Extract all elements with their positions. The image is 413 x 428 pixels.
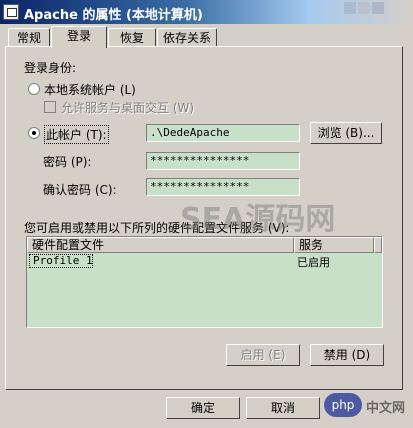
local-system-radio[interactable] [28, 83, 40, 95]
hardware-profiles-list[interactable]: 硬件配置文件 服务 Profile 1 已启用 [26, 236, 383, 328]
this-account-label[interactable]: 此帐户 (T): [44, 125, 109, 144]
local-system-label[interactable]: 本地系统帐户 (L) [44, 81, 136, 98]
tab-general[interactable]: 常规 [8, 28, 50, 46]
profile-cell: Profile 1 [33, 254, 93, 267]
tab-dependencies[interactable]: 依存关系 [157, 28, 217, 46]
disable-button[interactable]: 禁用 (D) [310, 344, 384, 366]
window-title: Apache 的属性 (本地计算机) [24, 8, 203, 23]
enable-button[interactable]: 启用 (E) [226, 344, 300, 366]
pixelated-region [344, 2, 356, 14]
cancel-button[interactable]: 取消 [246, 397, 320, 419]
confirm-password-label: 确认密码 (C): [43, 183, 117, 197]
php-logo: php [324, 393, 362, 417]
service-cell: 已启用 [297, 256, 330, 269]
logon-as-label: 登录身份: [24, 61, 77, 75]
desktop-interact-checkbox[interactable] [44, 101, 56, 113]
pixelated-region [372, 2, 384, 14]
service-window-icon [3, 4, 19, 20]
pixelated-region [358, 2, 370, 14]
site-watermark: 中文网 [366, 401, 406, 416]
tab-logon[interactable]: 登录 [51, 26, 107, 48]
table-row[interactable]: Profile 1 已启用 [29, 254, 380, 269]
column-header-filler [374, 237, 382, 253]
account-input[interactable]: .\DedeApache [146, 124, 300, 142]
this-account-radio[interactable] [28, 127, 40, 139]
desktop-interact-label: 允许服务与桌面交互 (W) [61, 101, 195, 115]
password-label: 密码 (P): [43, 155, 92, 169]
tab-recovery[interactable]: 恢复 [108, 28, 156, 46]
column-header-service[interactable]: 服务 [294, 237, 374, 253]
password-input[interactable]: *************** [146, 152, 300, 170]
ok-button[interactable]: 确定 [166, 397, 240, 419]
browse-button[interactable]: 浏览 (B)... [310, 122, 382, 144]
column-header-profile[interactable]: 硬件配置文件 [27, 237, 294, 253]
watermark-text: SEA源码网 [180, 202, 336, 237]
title-bar: Apache 的属性 (本地计算机) [0, 0, 413, 24]
